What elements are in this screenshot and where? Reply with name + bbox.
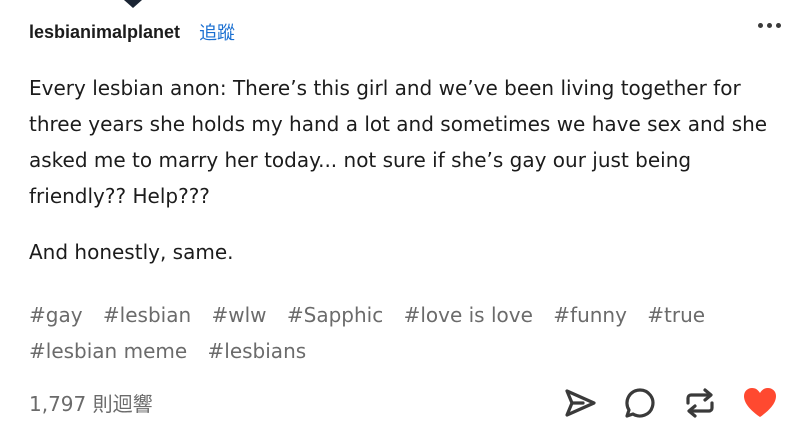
follow-button[interactable]: 追蹤	[199, 19, 235, 45]
tag-link[interactable]: #lesbians	[208, 339, 307, 363]
post-paragraph: Every lesbian anon: There’s this girl an…	[29, 76, 768, 208]
reply-button[interactable]	[621, 384, 659, 422]
more-dot-icon	[776, 23, 781, 28]
tag-link[interactable]: #love is love	[404, 303, 533, 327]
more-dot-icon	[758, 23, 763, 28]
tag-link[interactable]: #lesbian	[103, 303, 191, 327]
post-tags: #gay #lesbian #wlw #Sapphic #love is lov…	[29, 297, 769, 369]
tag-link[interactable]: #gay	[29, 303, 83, 327]
tag-link[interactable]: #lesbian meme	[29, 339, 187, 363]
more-options-button[interactable]	[758, 23, 781, 28]
post-actions	[561, 384, 779, 422]
username-link[interactable]: lesbianimalplanet	[29, 22, 180, 43]
post-body: Every lesbian anon: There’s this girl an…	[29, 70, 769, 270]
tag-link[interactable]: #funny	[553, 303, 627, 327]
post-footer: 1,797 則迴響	[29, 382, 779, 422]
more-dot-icon	[767, 23, 772, 28]
share-icon	[565, 389, 596, 417]
post-pointer	[124, 0, 142, 8]
reply-icon	[625, 388, 655, 418]
tag-link[interactable]: #Sapphic	[287, 303, 383, 327]
heart-icon	[744, 388, 776, 417]
post-header: lesbianimalplanet 追蹤	[29, 18, 781, 46]
share-button[interactable]	[561, 384, 599, 422]
post-paragraph: And honestly, same.	[29, 240, 234, 264]
tag-link[interactable]: #wlw	[212, 303, 267, 327]
reblog-icon	[686, 388, 714, 418]
like-button[interactable]	[741, 384, 779, 422]
reblog-button[interactable]	[681, 384, 719, 422]
notes-count[interactable]: 1,797 則迴響	[29, 388, 153, 417]
tag-link[interactable]: #true	[647, 303, 705, 327]
